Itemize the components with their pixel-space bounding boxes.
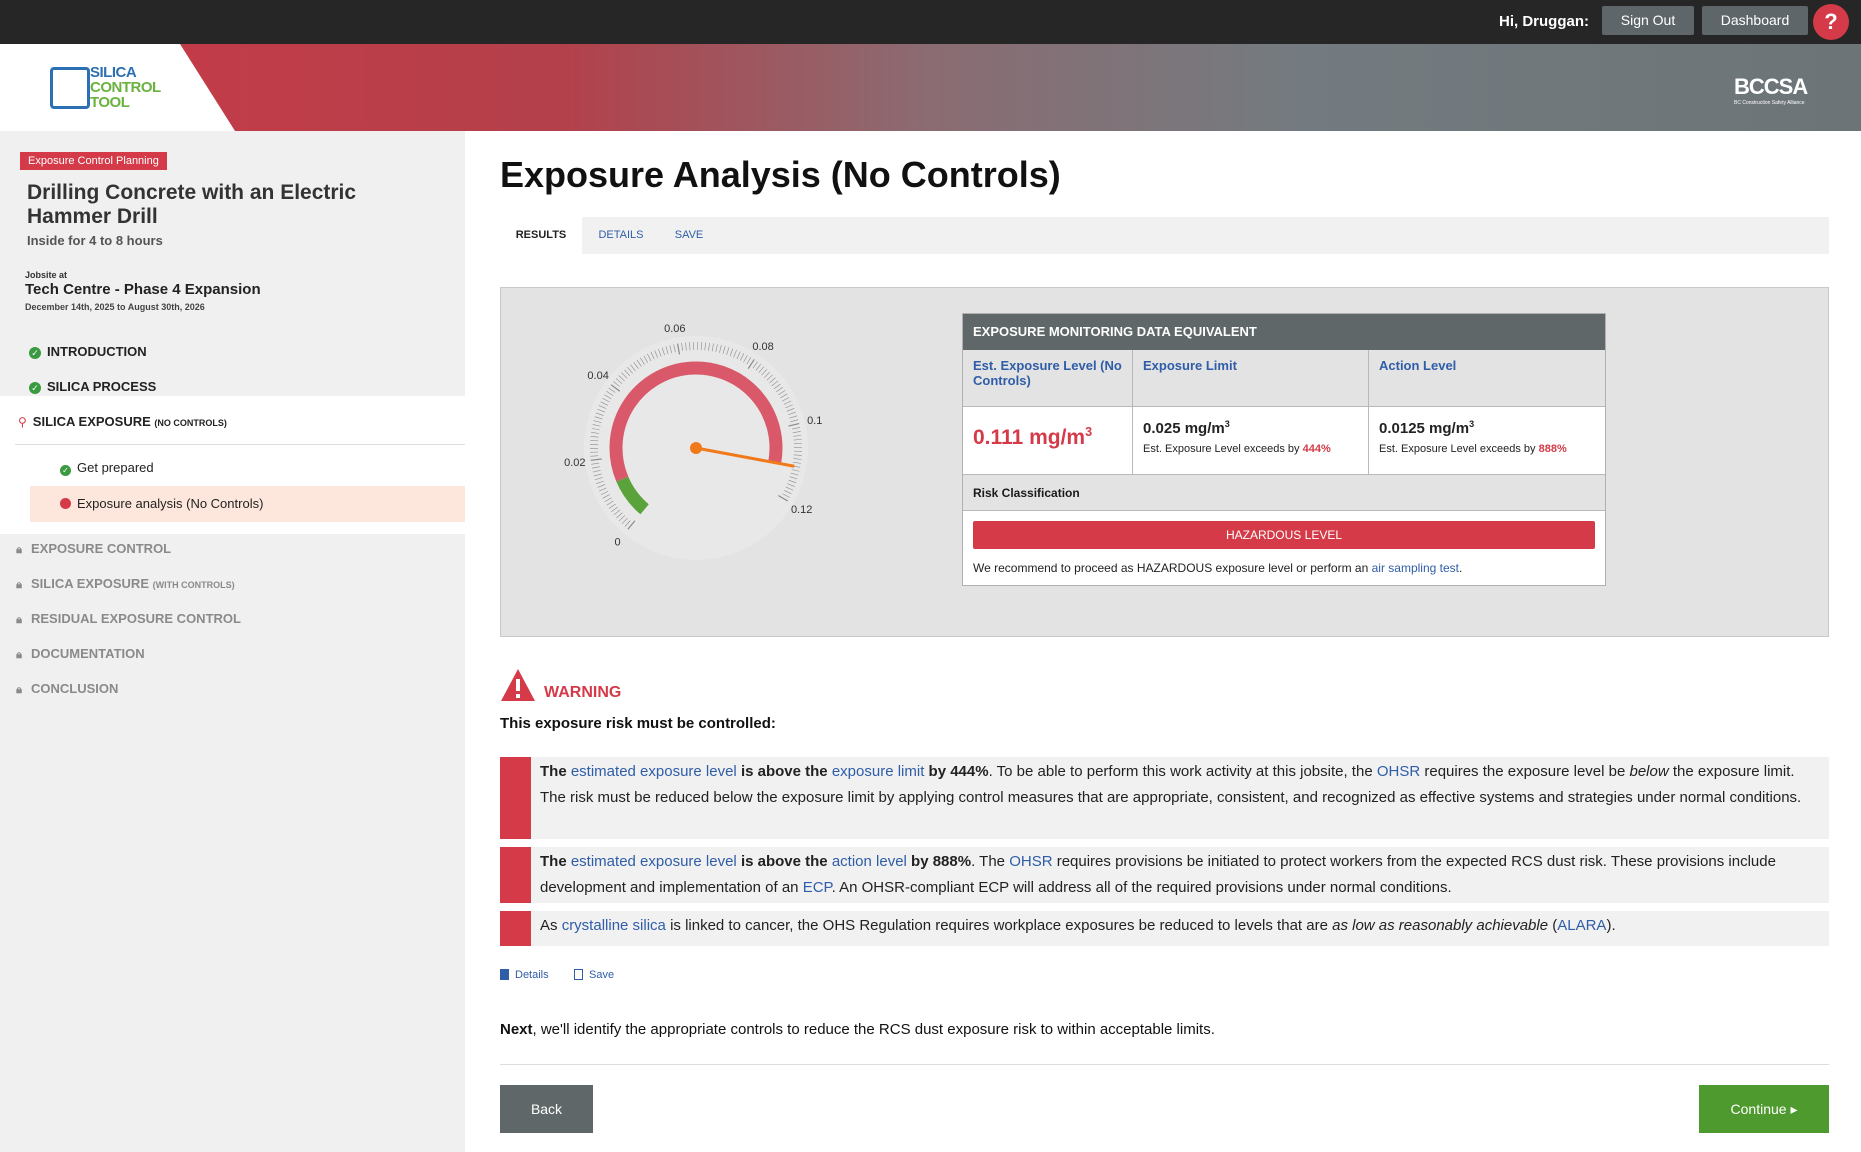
tab-save[interactable]: SAVE — [660, 217, 718, 254]
col-action-level: Action Level — [1379, 358, 1457, 373]
lock-icon: 🔒︎ — [16, 578, 22, 591]
bccsa-logo: BCCSA BC Construction Safety Alliance — [1734, 74, 1808, 106]
page-title: Exposure Analysis (No Controls) — [500, 154, 1061, 195]
back-button[interactable]: Back — [500, 1085, 593, 1133]
ohsr-link[interactable]: OHSR — [1009, 853, 1052, 870]
warning-row-alara: As crystalline silica is linked to cance… — [500, 911, 1829, 946]
subnav-silica-exposure: ⚲ SILICA EXPOSURE (NO CONTROLS) ✓ Get prep… — [0, 396, 465, 534]
ohsr-link[interactable]: OHSR — [1377, 763, 1420, 780]
air-sampling-test-link[interactable]: air sampling test — [1372, 561, 1459, 575]
divider — [500, 1064, 1829, 1065]
action-level-link[interactable]: action level — [832, 853, 907, 870]
save-link[interactable]: Save — [574, 969, 614, 981]
jobsite-dates: December 14th, 2025 to August 30th, 2026 — [25, 302, 205, 312]
details-link[interactable]: Details — [500, 969, 549, 981]
warning-icon — [501, 669, 535, 701]
alara-link[interactable]: ALARA — [1557, 917, 1606, 934]
tab-details[interactable]: DETAILS — [582, 217, 660, 254]
est-exposure-value: 0.111 mg/m3 — [963, 407, 1133, 474]
gauge-label: 0.02 — [564, 457, 585, 469]
gauge-label: 0.04 — [587, 370, 608, 382]
gauge-label: 0.08 — [752, 341, 773, 353]
lock-icon: 🔒︎ — [16, 648, 22, 661]
crystalline-silica-link[interactable]: crystalline silica — [562, 917, 666, 934]
check-circle-icon: ✓ — [29, 346, 41, 359]
silica-control-tool-logo[interactable]: SILICA CONTROL TOOL — [48, 55, 188, 125]
nav-silica-exposure-with-controls: 🔒︎ SILICA EXPOSURE (WITH CONTROLS) — [0, 576, 465, 591]
warning-row-exposure-limit: The estimated exposure level is above th… — [500, 757, 1829, 839]
hazardous-level-badge: HAZARDOUS LEVEL — [973, 521, 1595, 549]
estimated-exposure-level-link[interactable]: estimated exposure level — [571, 853, 737, 870]
tab-results[interactable]: RESULTS — [500, 217, 582, 254]
subnav-exposure-analysis[interactable]: Exposure analysis (No Controls) — [30, 486, 465, 522]
activity-subtitle: Inside for 4 to 8 hours — [27, 233, 163, 248]
gauge-label: 0.1 — [807, 415, 822, 427]
exposure-monitoring-table: EXPOSURE MONITORING DATA EQUIVALENT Est.… — [962, 313, 1606, 586]
gauge-label: 0.12 — [791, 504, 812, 516]
check-circle-icon: ✓ — [29, 381, 41, 394]
subnav-get-prepared[interactable]: ✓ Get prepared — [30, 450, 465, 486]
jobsite-name: Tech Centre - Phase 4 Expansion — [25, 281, 261, 298]
exposure-gauge: 0 0.02 0.04 0.06 0.08 0.1 0.12 — [564, 323, 822, 560]
jobsite-label: Jobsite at — [25, 270, 68, 280]
table-header: EXPOSURE MONITORING DATA EQUIVALENT — [963, 314, 1605, 350]
nav-silica-exposure[interactable]: ⚲ SILICA EXPOSURE (NO CONTROLS) — [0, 414, 465, 429]
exposure-limit-value: 0.025 mg/m3 Est. Exposure Level exceeds … — [1133, 407, 1369, 474]
exposure-limit-link[interactable]: exposure limit — [832, 763, 925, 780]
col-est-exposure: Est. Exposure Level (No Controls) — [963, 350, 1133, 406]
gauge-label: 0 — [615, 536, 621, 548]
estimated-exposure-level-link[interactable]: estimated exposure level — [571, 763, 737, 780]
next-step-text: Next, we'll identify the appropriate con… — [500, 1021, 1215, 1038]
sidebar: Exposure Control Planning Drilling Concr… — [0, 131, 465, 1152]
help-icon[interactable]: ? — [1813, 4, 1849, 40]
document-icon — [500, 969, 509, 980]
lock-icon: 🔒︎ — [16, 683, 22, 696]
logo-mark-icon — [50, 67, 90, 109]
sign-out-button[interactable]: Sign Out — [1602, 6, 1694, 35]
nav-residual-exposure-control: 🔒︎ RESIDUAL EXPOSURE CONTROL — [0, 611, 465, 626]
risk-classification-label: Risk Classification — [963, 474, 1605, 510]
header-banner — [0, 44, 1861, 131]
recommendation-text: We recommend to proceed as HAZARDOUS exp… — [973, 561, 1463, 575]
nav-conclusion: 🔒︎ CONCLUSION — [0, 681, 465, 696]
warning-row-action-level: The estimated exposure level is above th… — [500, 847, 1829, 903]
action-level-value: 0.0125 mg/m3 Est. Exposure Level exceeds… — [1379, 419, 1567, 455]
file-icon — [574, 969, 583, 980]
user-greeting: Hi, Druggan: — [1499, 13, 1589, 30]
continue-button[interactable]: Continue ▸ — [1699, 1085, 1829, 1133]
dashboard-button[interactable]: Dashboard — [1702, 6, 1808, 35]
tab-bar: RESULTS DETAILS SAVE — [500, 217, 1829, 254]
nav-documentation: 🔒︎ DOCUMENTATION — [0, 646, 465, 661]
results-panel: 0 0.02 0.04 0.06 0.08 0.1 0.12 EXPOSURE MONITO… — [500, 287, 1829, 637]
current-step-icon — [60, 498, 71, 509]
map-pin-icon: ⚲ — [18, 415, 27, 429]
lock-icon: 🔒︎ — [16, 543, 22, 556]
top-bar: Hi, Druggan: Sign Out Dashboard ? — [0, 0, 1861, 44]
check-circle-icon: ✓ — [60, 465, 71, 476]
warning-subtitle: This exposure risk must be controlled: — [500, 715, 776, 732]
warning-title: WARNING — [544, 684, 622, 701]
nav-silica-process[interactable]: ✓ SILICA PROCESS — [0, 379, 465, 394]
gauge-label: 0.06 — [664, 323, 685, 335]
lock-icon: 🔒︎ — [16, 613, 22, 626]
section-tag: Exposure Control Planning — [20, 152, 167, 170]
ecp-link[interactable]: ECP — [803, 879, 832, 896]
nav-exposure-control: 🔒︎ EXPOSURE CONTROL — [0, 541, 465, 556]
col-exposure-limit: Exposure Limit — [1133, 350, 1369, 406]
gauge-hub — [690, 442, 702, 454]
nav-introduction[interactable]: ✓ INTRODUCTION — [0, 344, 465, 359]
activity-title: Drilling Concrete with an Electric Hamme… — [27, 181, 357, 228]
